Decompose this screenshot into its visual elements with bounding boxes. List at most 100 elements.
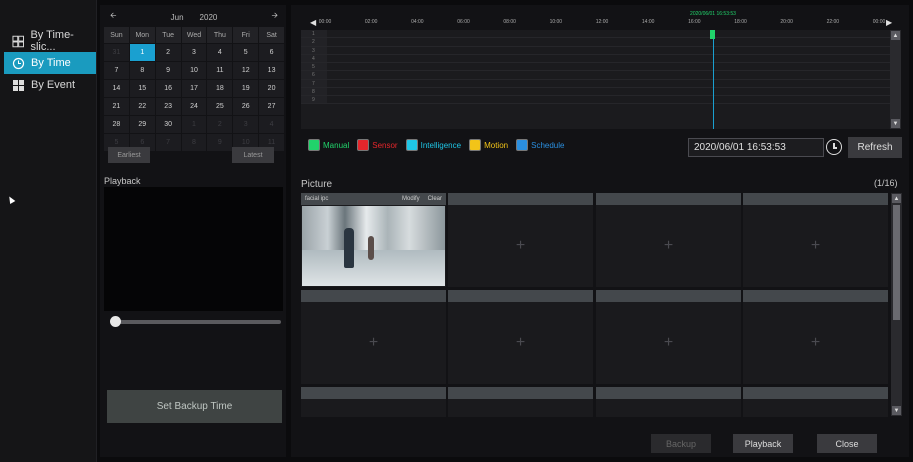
calendar-day[interactable]: 27 xyxy=(259,98,284,115)
calendar-day[interactable]: 7 xyxy=(104,62,129,79)
timeline-track[interactable]: 7 xyxy=(301,79,890,88)
calendar-day[interactable]: 4 xyxy=(207,44,233,61)
timeline-track[interactable]: 6 xyxy=(301,71,890,80)
calendar-day[interactable]: 17 xyxy=(181,80,207,97)
prev-month-arrow-icon[interactable]: 🡨 xyxy=(110,10,117,24)
refresh-button[interactable]: Refresh xyxy=(848,137,902,158)
add-picture-icon[interactable]: + xyxy=(516,237,525,255)
calendar-day[interactable]: 26 xyxy=(233,98,259,115)
calendar-day[interactable]: 14 xyxy=(104,80,129,97)
scroll-up-icon[interactable]: ▲ xyxy=(891,31,900,40)
timeline-track[interactable]: 3 xyxy=(301,46,890,55)
nav-item-by-time-slice[interactable]: By Time-slic... xyxy=(4,29,96,53)
timeline-track[interactable]: 5 xyxy=(301,63,890,72)
calendar-day[interactable]: 4 xyxy=(259,116,284,133)
calendar-day[interactable]: 24 xyxy=(181,98,207,115)
timeline-track[interactable]: 2 xyxy=(301,38,890,47)
calendar-day[interactable]: 20 xyxy=(259,80,284,97)
add-picture-icon[interactable]: + xyxy=(516,334,525,352)
calendar-day[interactable]: 1 xyxy=(181,116,207,133)
clock-icon[interactable] xyxy=(826,139,842,155)
picture-tile[interactable]: + xyxy=(448,290,593,384)
set-backup-time-button[interactable]: Set Backup Time xyxy=(107,390,282,423)
timeline-track[interactable]: 9 xyxy=(301,96,890,105)
picture-tile[interactable]: + xyxy=(596,193,741,287)
timeline-track[interactable]: 1 xyxy=(301,30,890,39)
picture-scrollbar[interactable]: ▲ ▼ xyxy=(891,193,902,416)
calendar-day[interactable]: 2 xyxy=(207,116,233,133)
add-picture-icon[interactable]: + xyxy=(664,334,673,352)
picture-tile[interactable]: + xyxy=(301,290,446,384)
add-picture-icon[interactable]: + xyxy=(664,237,673,255)
calendar-day[interactable]: 28 xyxy=(104,116,129,133)
calendar-day[interactable]: 1 xyxy=(129,44,155,61)
picture-tile[interactable] xyxy=(448,387,593,417)
timeline-scrollbar[interactable]: ▲ ▼ xyxy=(890,30,901,129)
picture-tile[interactable]: + xyxy=(743,193,888,287)
calendar-day[interactable]: 7 xyxy=(155,134,181,151)
picture-tile[interactable]: + xyxy=(743,290,888,384)
playback-slider-handle[interactable] xyxy=(110,316,121,327)
calendar-day[interactable]: 16 xyxy=(155,80,181,97)
timeline-next-arrow-icon[interactable]: ▶ xyxy=(886,18,892,27)
legend-item-manual[interactable]: Manual xyxy=(308,139,349,151)
timeline-cursor[interactable] xyxy=(710,30,715,39)
close-button[interactable]: Close xyxy=(817,434,877,453)
calendar-day[interactable]: 3 xyxy=(233,116,259,133)
calendar-day[interactable]: 22 xyxy=(129,98,155,115)
calendar-day[interactable]: 25 xyxy=(207,98,233,115)
calendar-day[interactable]: 6 xyxy=(259,44,284,61)
calendar-day[interactable]: 18 xyxy=(207,80,233,97)
calendar-day[interactable]: 2 xyxy=(155,44,181,61)
datetime-field[interactable]: 2020/06/01 16:53:53 xyxy=(688,138,824,157)
scroll-up-icon[interactable]: ▲ xyxy=(892,194,901,203)
clear-link[interactable]: Clear xyxy=(428,196,442,202)
legend-item-sensor[interactable]: Sensor xyxy=(357,139,398,151)
calendar-day[interactable]: 30 xyxy=(155,116,181,133)
timeline-prev-arrow-icon[interactable]: ◀ xyxy=(310,18,316,27)
add-picture-icon[interactable]: + xyxy=(811,237,820,255)
playback-button[interactable]: Playback xyxy=(733,434,793,453)
calendar-day[interactable]: 9 xyxy=(155,62,181,79)
add-picture-icon[interactable]: + xyxy=(811,334,820,352)
calendar-day[interactable]: 8 xyxy=(129,62,155,79)
calendar-day[interactable]: 13 xyxy=(259,62,284,79)
calendar-day[interactable]: 8 xyxy=(181,134,207,151)
nav-item-by-time[interactable]: By Time xyxy=(4,52,96,74)
timeline-track[interactable]: 4 xyxy=(301,54,890,63)
calendar-day[interactable]: 23 xyxy=(155,98,181,115)
next-month-arrow-icon[interactable]: 🡪 xyxy=(271,10,278,24)
latest-button[interactable]: Latest xyxy=(232,147,274,163)
calendar-day[interactable]: 31 xyxy=(104,44,129,61)
legend-item-motion[interactable]: Motion xyxy=(469,139,508,151)
picture-tile[interactable] xyxy=(301,387,446,417)
calendar-day[interactable]: 15 xyxy=(129,80,155,97)
calendar-day[interactable]: 10 xyxy=(181,62,207,79)
calendar-day[interactable]: 21 xyxy=(104,98,129,115)
picture-tile[interactable] xyxy=(743,387,888,417)
picture-tile[interactable]: facial ipc Modify Clear xyxy=(301,193,446,287)
add-picture-icon[interactable]: + xyxy=(369,334,378,352)
calendar-day[interactable]: 29 xyxy=(129,116,155,133)
earliest-button[interactable]: Earliest xyxy=(108,147,150,163)
nav-item-by-event[interactable]: By Event xyxy=(4,74,96,96)
timeline-track[interactable]: 8 xyxy=(301,87,890,96)
backup-button[interactable]: Backup xyxy=(651,434,711,453)
modify-link[interactable]: Modify xyxy=(402,196,420,202)
calendar-day[interactable]: 19 xyxy=(233,80,259,97)
playback-slider-track[interactable] xyxy=(116,320,281,324)
timeline-tracks[interactable]: 123456789 xyxy=(301,30,890,129)
picture-tile[interactable]: + xyxy=(448,193,593,287)
calendar-day[interactable]: 12 xyxy=(233,62,259,79)
legend-item-intelligence[interactable]: Intelligence xyxy=(405,139,461,151)
scroll-down-icon[interactable]: ▼ xyxy=(892,406,901,415)
calendar-day[interactable]: 3 xyxy=(181,44,207,61)
scroll-down-icon[interactable]: ▼ xyxy=(891,119,900,128)
scroll-thumb[interactable] xyxy=(893,205,900,320)
calendar-day[interactable]: 9 xyxy=(207,134,233,151)
legend-item-schedule[interactable]: Schedule xyxy=(516,139,564,151)
calendar-day[interactable]: 5 xyxy=(233,44,259,61)
picture-tile[interactable] xyxy=(596,387,741,417)
calendar-day[interactable]: 11 xyxy=(207,62,233,79)
picture-tile[interactable]: + xyxy=(596,290,741,384)
